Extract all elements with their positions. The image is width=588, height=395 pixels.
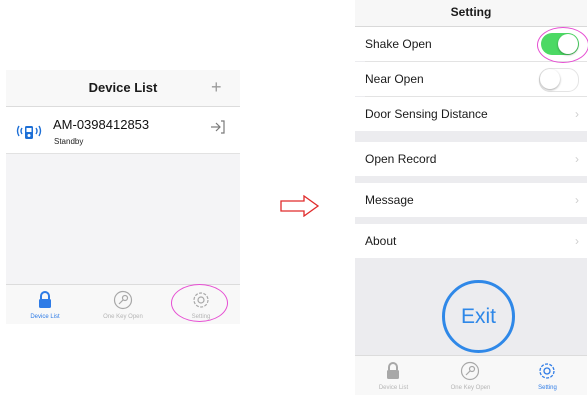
- tab-label: One Key Open: [103, 314, 143, 320]
- setting-row-message[interactable]: Message ›: [355, 183, 587, 217]
- setting-label: Open Record: [365, 152, 437, 166]
- setting-header: Setting: [355, 0, 587, 27]
- tab-one-key-open[interactable]: One Key Open: [84, 285, 162, 324]
- enter-icon[interactable]: [210, 120, 226, 139]
- near-open-toggle[interactable]: [539, 68, 579, 92]
- setting-row-door-sensing-distance[interactable]: Door Sensing Distance ›: [355, 97, 587, 131]
- setting-row-open-record[interactable]: Open Record ›: [355, 142, 587, 176]
- setting-label: Near Open: [365, 72, 424, 86]
- highlight-ellipse: [537, 27, 588, 63]
- gear-icon: [539, 363, 555, 379]
- tab-device-list[interactable]: Device List: [355, 356, 432, 395]
- device-row[interactable]: AM-0398412853 Standby: [6, 107, 240, 154]
- tab-one-key-open[interactable]: One Key Open: [432, 356, 509, 395]
- setting-title: Setting: [450, 5, 492, 19]
- key-icon: [113, 290, 133, 310]
- lock-icon: [387, 362, 399, 379]
- right-arrow-icon: [280, 194, 320, 222]
- plus-icon[interactable]: +: [211, 78, 222, 96]
- tab-label: Device List: [378, 385, 409, 391]
- bluetooth-lock-icon: [16, 120, 42, 147]
- tab-device-list[interactable]: Device List: [6, 285, 84, 324]
- tab-bar: Device List One Key Open Setting: [355, 355, 587, 395]
- chevron-right-icon: ›: [575, 107, 579, 121]
- lock-icon: [39, 291, 51, 308]
- setting-row-about[interactable]: About ›: [355, 224, 587, 258]
- tab-setting[interactable]: Setting: [509, 356, 586, 395]
- tab-label: Setting: [538, 385, 557, 391]
- tab-label: One Key Open: [450, 385, 491, 391]
- chevron-right-icon: ›: [575, 193, 579, 207]
- device-name: AM-0398412853: [53, 117, 150, 132]
- exit-button[interactable]: Exit: [442, 280, 515, 353]
- chevron-right-icon: ›: [575, 152, 579, 166]
- key-icon: [460, 361, 480, 381]
- setting-label: About: [365, 234, 397, 248]
- device-status: Standby: [54, 137, 84, 146]
- device-list-title: Device List: [88, 80, 158, 95]
- setting-row-near-open: Near Open: [355, 62, 587, 96]
- setting-label: Message: [365, 193, 414, 207]
- setting-label: Door Sensing Distance: [365, 107, 488, 121]
- setting-label: Shake Open: [365, 37, 432, 51]
- chevron-right-icon: ›: [575, 234, 579, 248]
- highlight-ellipse: [171, 284, 228, 322]
- tab-label: Device List: [30, 314, 60, 320]
- device-list-header: Device List +: [6, 70, 240, 107]
